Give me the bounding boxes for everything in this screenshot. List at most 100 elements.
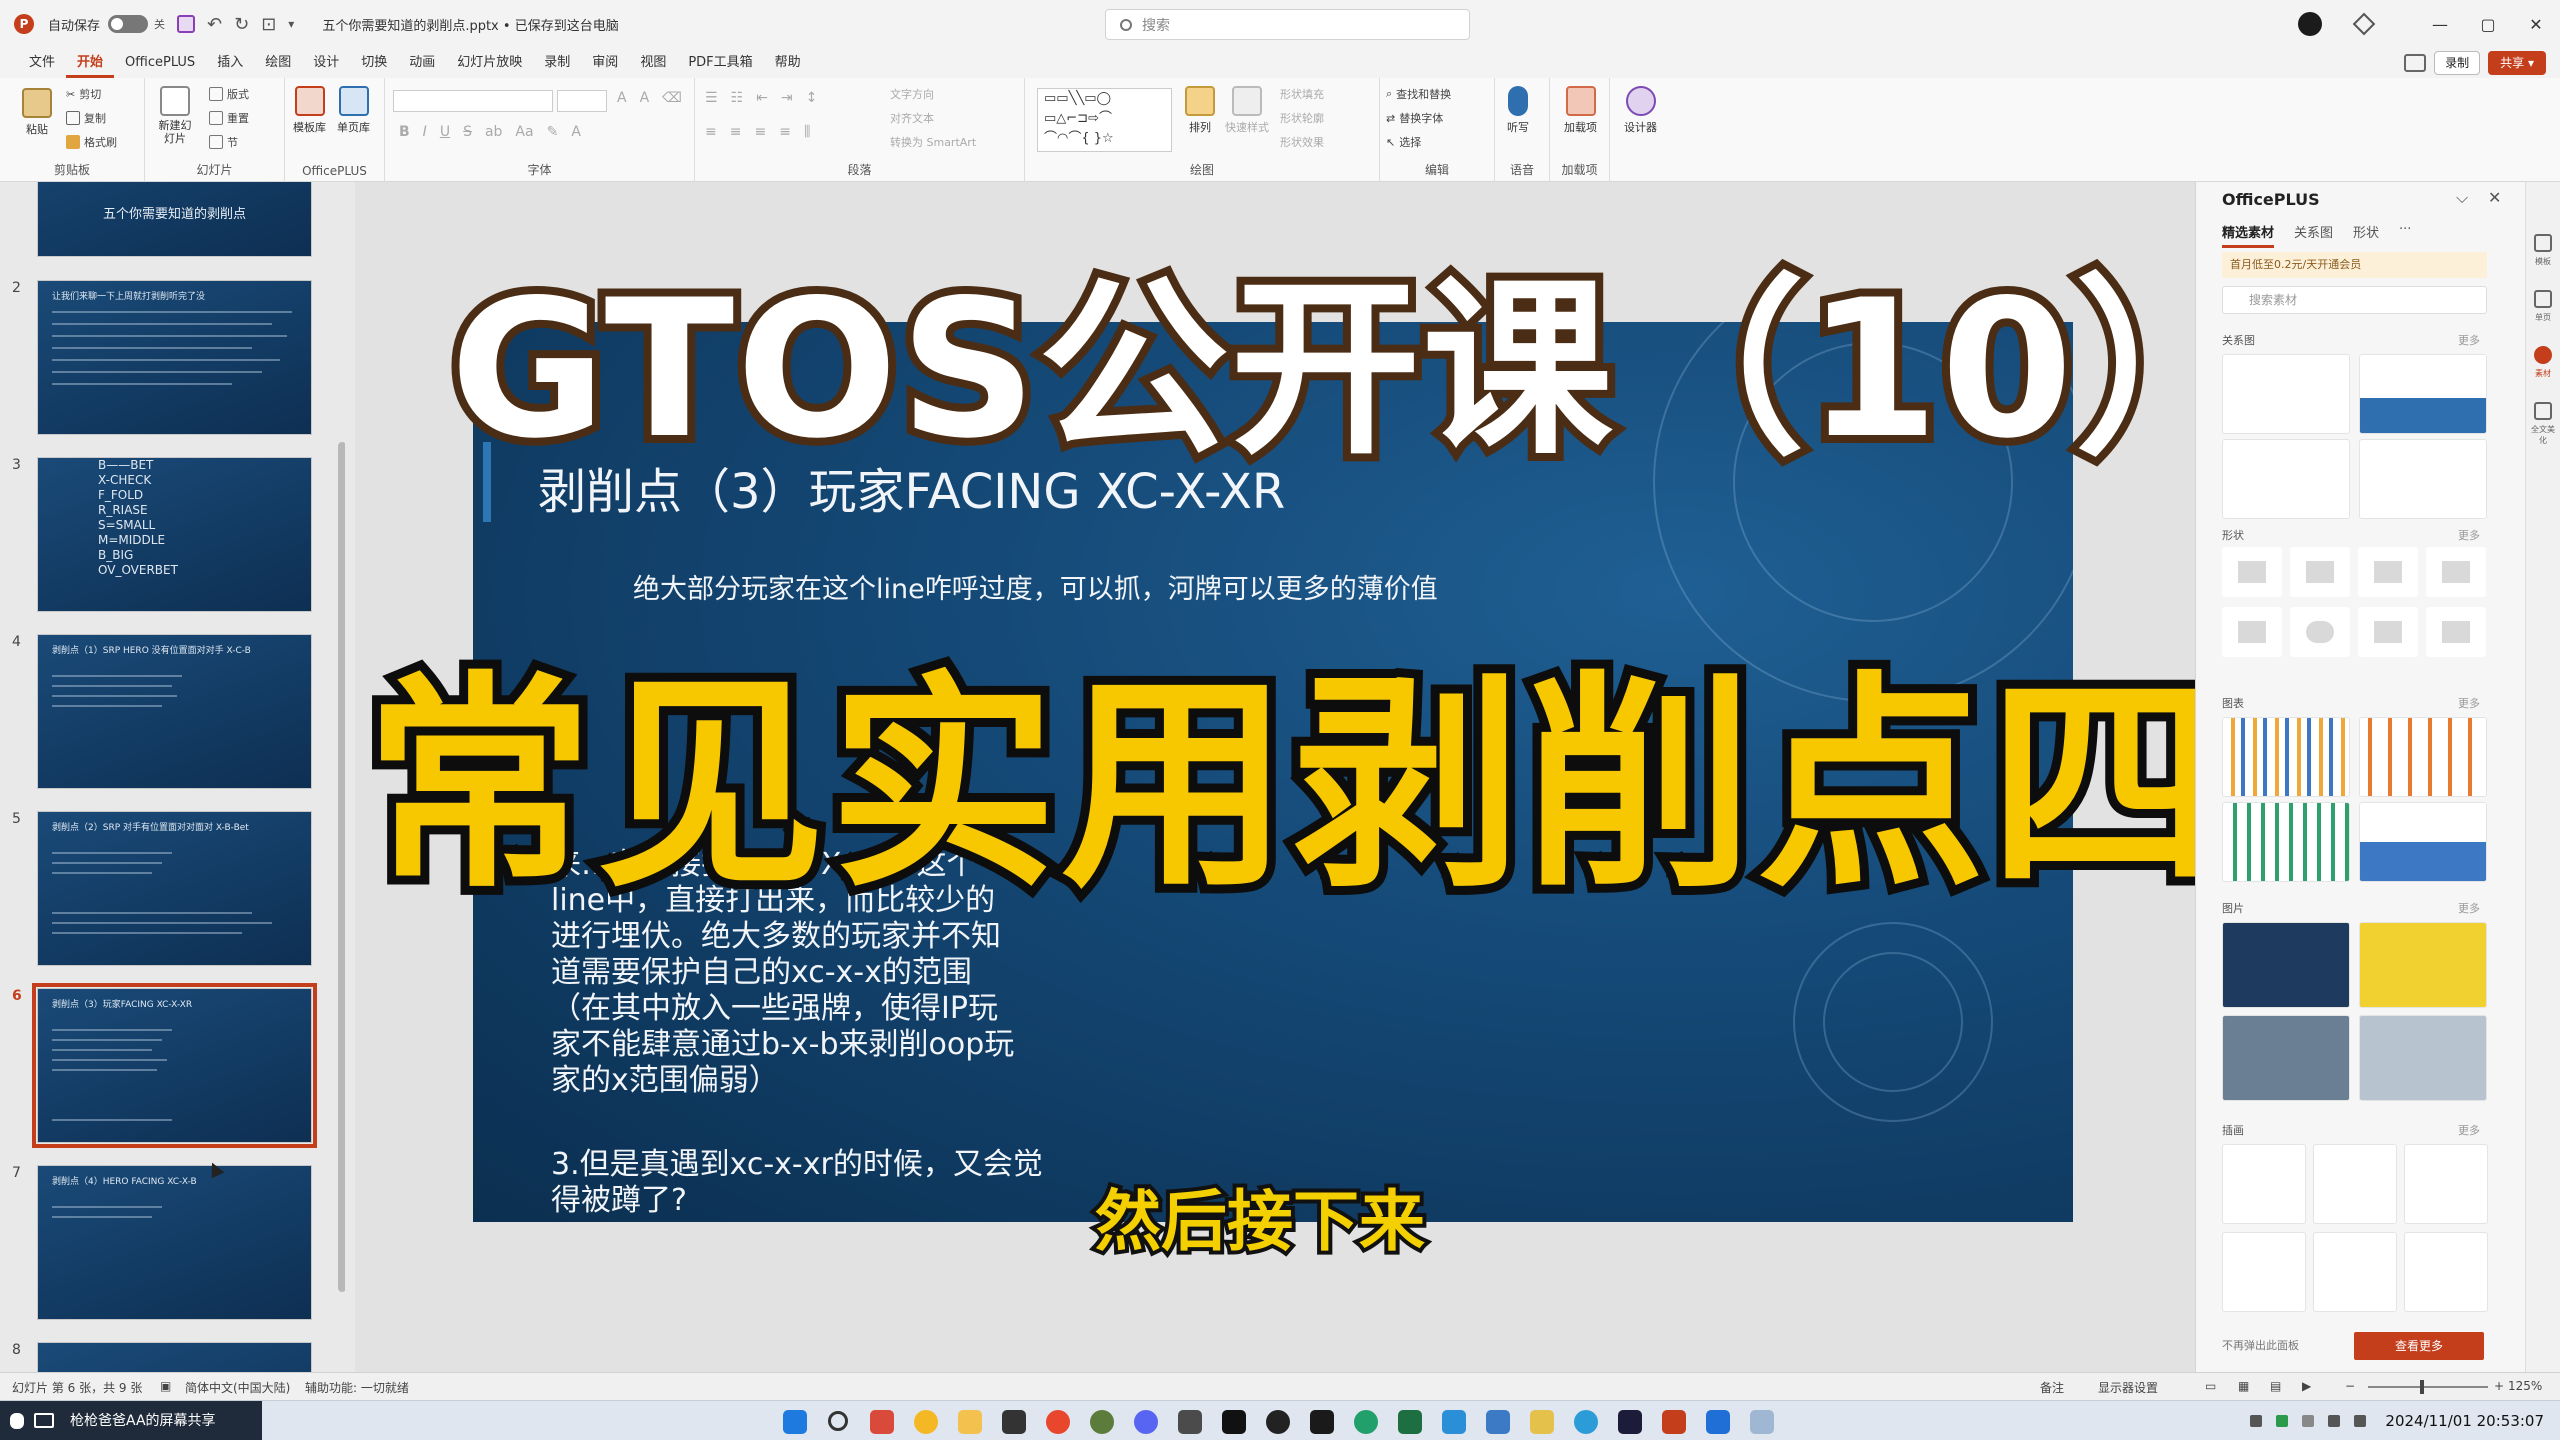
chart-card[interactable] xyxy=(2359,802,2487,882)
cut-button[interactable]: ✂ 剪切 xyxy=(66,86,101,102)
shape-card[interactable] xyxy=(2358,547,2418,597)
clock[interactable]: 2024/11/01 20:53:07 xyxy=(2385,1401,2544,1440)
premium-diamond-icon[interactable] xyxy=(2352,12,2376,36)
language-indicator[interactable]: 简体中文(中国大陆) xyxy=(185,1379,290,1396)
search-taskbar-icon[interactable] xyxy=(828,1411,848,1431)
font-color-icon[interactable]: A xyxy=(571,124,581,140)
template-library-button[interactable]: 模板库 xyxy=(293,86,326,135)
addins-button[interactable]: 加载项 xyxy=(1564,86,1597,135)
columns-icon[interactable]: ⫼ xyxy=(804,124,810,140)
text-direction-button[interactable]: 文字方向 xyxy=(890,86,934,102)
app-icon[interactable] xyxy=(870,1410,894,1434)
save-icon[interactable] xyxy=(177,15,196,33)
more-link[interactable]: 更多 xyxy=(2458,527,2480,543)
justify-icon[interactable]: ≡ xyxy=(779,124,791,140)
tab-transitions[interactable]: 切换 xyxy=(350,48,398,78)
app-icon[interactable] xyxy=(1178,1410,1202,1434)
slide-text-para3[interactable]: 3.但是真遇到xc-x-xr的时候，又会觉得被蹲了? xyxy=(551,1147,1051,1219)
app-icon[interactable] xyxy=(1354,1410,1378,1434)
layout-button[interactable]: 版式 xyxy=(209,86,249,102)
designer-button[interactable]: 设计器 xyxy=(1624,86,1657,135)
font-size-box[interactable] xyxy=(557,90,607,112)
char-spacing-icon[interactable]: ab xyxy=(485,124,502,140)
app-icon[interactable] xyxy=(1090,1410,1114,1434)
bold-icon[interactable]: B xyxy=(399,124,410,140)
file-explorer-icon[interactable] xyxy=(958,1410,982,1434)
more-link[interactable]: 更多 xyxy=(2458,332,2480,348)
shape-card[interactable] xyxy=(2222,607,2282,657)
search-box[interactable]: 搜索 xyxy=(1105,9,1470,40)
tab-record[interactable]: 录制 xyxy=(533,48,581,78)
slide-sorter-icon[interactable]: ▦ xyxy=(2238,1379,2249,1393)
powerpoint-taskbar-icon[interactable] xyxy=(1662,1410,1686,1434)
underline-icon[interactable]: U xyxy=(440,124,450,140)
shapes-gallery[interactable]: ▭▭╲╲▭◯ ▭△⌐⊐⇨⌒ ⌒◠⌒{ }☆ xyxy=(1037,88,1172,152)
tab-animations[interactable]: 动画 xyxy=(398,48,446,78)
dictate-button[interactable]: 听写 xyxy=(1507,86,1529,135)
section-button[interactable]: 节 xyxy=(209,134,238,150)
tab-file[interactable]: 文件 xyxy=(18,48,66,78)
illustration-card[interactable] xyxy=(2404,1232,2488,1312)
increase-indent-icon[interactable]: ⇥ xyxy=(781,90,793,106)
tab-design[interactable]: 设计 xyxy=(302,48,350,78)
shape-fill-button[interactable]: 形状填充 xyxy=(1280,86,1324,102)
highlight-icon[interactable]: ✎ xyxy=(547,124,559,140)
change-case-icon[interactable]: Aa xyxy=(515,124,533,140)
membership-banner[interactable]: 首月低至0.2元/天开通会员 xyxy=(2222,252,2487,278)
shape-card[interactable] xyxy=(2290,607,2350,657)
zoom-slider[interactable] xyxy=(2368,1386,2488,1388)
tab-insert[interactable]: 插入 xyxy=(206,48,254,78)
app-icon[interactable] xyxy=(1266,1410,1290,1434)
material-search-input[interactable]: 搜索素材 xyxy=(2222,286,2487,314)
document-title[interactable]: 五个你需要知道的剥削点.pptx • 已保存到这台电脑 xyxy=(322,15,618,34)
pane-collapse-icon[interactable]: ⌵ xyxy=(2456,188,2468,208)
tab-pdf-tools[interactable]: PDF工具箱 xyxy=(677,48,763,78)
illustration-card[interactable] xyxy=(2313,1232,2397,1312)
display-settings-button[interactable]: 显示器设置 xyxy=(2098,1379,2158,1396)
diagram-card[interactable] xyxy=(2222,439,2350,519)
app-icon[interactable] xyxy=(1750,1410,1774,1434)
image-card[interactable] xyxy=(2222,1015,2350,1101)
excel-icon[interactable] xyxy=(1398,1410,1422,1434)
shape-card[interactable] xyxy=(2222,547,2282,597)
shape-card[interactable] xyxy=(2290,547,2350,597)
line-spacing-icon[interactable]: ↕ xyxy=(806,90,818,106)
align-right-icon[interactable]: ≡ xyxy=(754,124,766,140)
thumbnail-scrollbar[interactable] xyxy=(338,442,345,1292)
arrange-button[interactable]: 排列 xyxy=(1185,86,1215,135)
more-link[interactable]: 更多 xyxy=(2458,1122,2480,1138)
copy-button[interactable]: 复制 xyxy=(66,110,106,126)
chart-card[interactable] xyxy=(2222,717,2350,797)
network-icon[interactable] xyxy=(2328,1415,2340,1427)
replace-font-button[interactable]: ⇄ 替换字体 xyxy=(1386,110,1443,126)
close-button[interactable]: ✕ xyxy=(2512,15,2560,34)
align-left-icon[interactable]: ≡ xyxy=(705,124,717,140)
font-name-box[interactable] xyxy=(393,90,553,112)
app-icon[interactable] xyxy=(1574,1410,1598,1434)
image-card[interactable] xyxy=(2359,1015,2487,1101)
pane-close-icon[interactable]: ✕ xyxy=(2488,188,2501,207)
more-link[interactable]: 更多 xyxy=(2458,900,2480,916)
tray-app-icon[interactable] xyxy=(2302,1415,2314,1427)
customize-qat-icon[interactable]: ▾ xyxy=(288,17,294,31)
align-text-button[interactable]: 对齐文本 xyxy=(890,110,934,126)
tray-chevron-icon[interactable] xyxy=(2250,1415,2262,1427)
diagram-card[interactable] xyxy=(2222,354,2350,434)
grow-font-icon[interactable]: A xyxy=(617,90,627,106)
shape-effects-button[interactable]: 形状效果 xyxy=(1280,134,1324,150)
rail-template-icon[interactable] xyxy=(2534,234,2552,252)
align-center-icon[interactable]: ≡ xyxy=(730,124,742,140)
spellcheck-icon[interactable]: ▣ xyxy=(160,1379,171,1393)
zoom-out-icon[interactable]: − xyxy=(2345,1379,2355,1393)
tab-home[interactable]: 开始 xyxy=(66,48,115,78)
reading-view-icon[interactable]: ▤ xyxy=(2270,1379,2281,1393)
screen-share-notice[interactable]: 枪枪爸爸AA的屏幕共享 xyxy=(0,1401,262,1440)
pane-tab-shapes[interactable]: 形状 xyxy=(2353,222,2379,248)
redo-icon[interactable]: ↻ xyxy=(234,14,249,35)
strikethrough-icon[interactable]: S xyxy=(463,124,472,140)
chart-card[interactable] xyxy=(2222,802,2350,882)
app-icon[interactable] xyxy=(1442,1410,1466,1434)
tab-slideshow[interactable]: 幻灯片放映 xyxy=(446,48,533,78)
pane-tab-more-icon[interactable]: ··· xyxy=(2399,222,2411,248)
slideshow-view-icon[interactable]: ▶ xyxy=(2302,1379,2311,1393)
